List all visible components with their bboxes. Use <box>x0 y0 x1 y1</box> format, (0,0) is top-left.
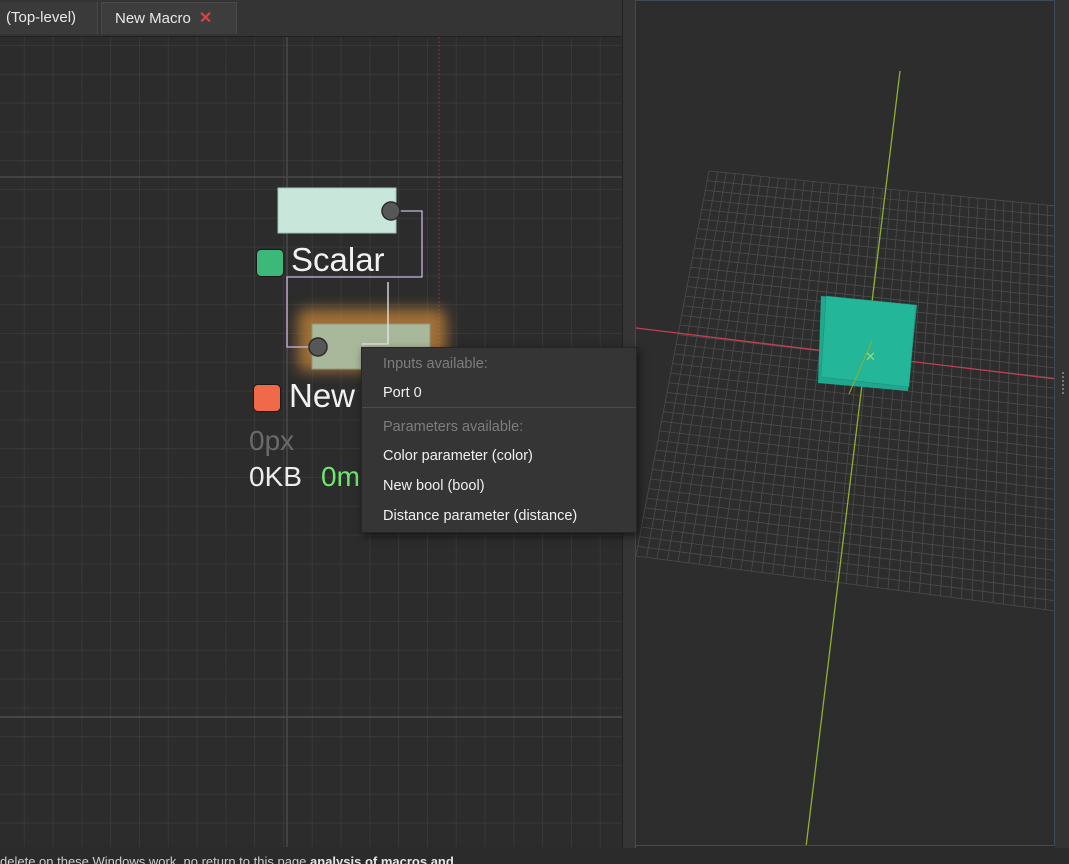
tab-top-level[interactable]: (Top-level) <box>0 2 98 34</box>
scalar-node-body <box>277 187 397 234</box>
new-node-label[interactable]: New <box>289 377 355 415</box>
viewport-canvas: ✕ <box>636 70 1054 845</box>
grid-line <box>659 430 1054 480</box>
scalar-output-port <box>381 201 401 221</box>
context-menu: Inputs available: Port 0 Parameters avai… <box>361 347 637 533</box>
close-icon[interactable]: ✕ <box>199 10 212 27</box>
menu-separator <box>362 407 636 408</box>
status-bar: delete on these Windows work, no return … <box>0 848 1069 864</box>
scalar-status-indicator <box>256 249 284 277</box>
grid-line <box>643 517 1054 571</box>
menu-header-parameters: Parameters available: <box>383 419 524 435</box>
status-bold-text: analysis of macros and <box>310 854 454 864</box>
grid-line <box>646 497 1054 551</box>
new-input-port <box>308 337 328 357</box>
grid-line <box>665 401 1054 450</box>
grid-line <box>641 526 1054 581</box>
tab-new-macro[interactable]: New Macro ✕ <box>101 2 237 34</box>
new-status-indicator <box>253 384 281 412</box>
menu-header-inputs: Inputs available: <box>383 356 488 372</box>
menu-item-color-parameter[interactable]: Color parameter (color) <box>383 442 533 470</box>
stat-pixels: 0px <box>249 425 295 456</box>
ground-grid <box>636 170 1054 612</box>
grid-line <box>663 411 1054 460</box>
right-edge-strip <box>1055 0 1069 848</box>
grid-line <box>666 391 1054 440</box>
menu-item-port-0[interactable]: Port 0 <box>383 379 422 407</box>
grid-line <box>639 536 1054 591</box>
grid-line <box>992 200 1005 603</box>
stat-time: 0m <box>321 461 360 492</box>
grid-line <box>652 468 1054 521</box>
grid-line <box>636 555 1054 612</box>
scalar-node-label[interactable]: Scalar <box>291 241 385 279</box>
menu-item-new-bool[interactable]: New bool (bool) <box>383 472 485 500</box>
status-text: delete on these Windows work, no return … <box>0 854 307 864</box>
resize-grip-icon[interactable] <box>1062 372 1066 394</box>
cube-front <box>820 295 917 388</box>
grid-line <box>645 507 1054 561</box>
grid-line <box>637 545 1054 602</box>
grid-line <box>661 420 1054 470</box>
grid-line <box>648 488 1054 541</box>
grid-line <box>654 459 1054 510</box>
grid-line <box>650 478 1054 531</box>
origin-marker: ✕ <box>865 350 876 365</box>
tab-label: New Macro <box>115 10 191 27</box>
tab-bar: (Top-level) New Macro ✕ <box>0 0 622 37</box>
stat-memory: 0KB <box>249 461 302 492</box>
tab-label: (Top-level) <box>6 9 77 26</box>
grid-line <box>657 440 1054 490</box>
menu-item-distance-parameter[interactable]: Distance parameter (distance) <box>383 502 577 530</box>
3d-viewport[interactable]: ✕ <box>635 0 1055 846</box>
grid-line <box>656 449 1054 500</box>
